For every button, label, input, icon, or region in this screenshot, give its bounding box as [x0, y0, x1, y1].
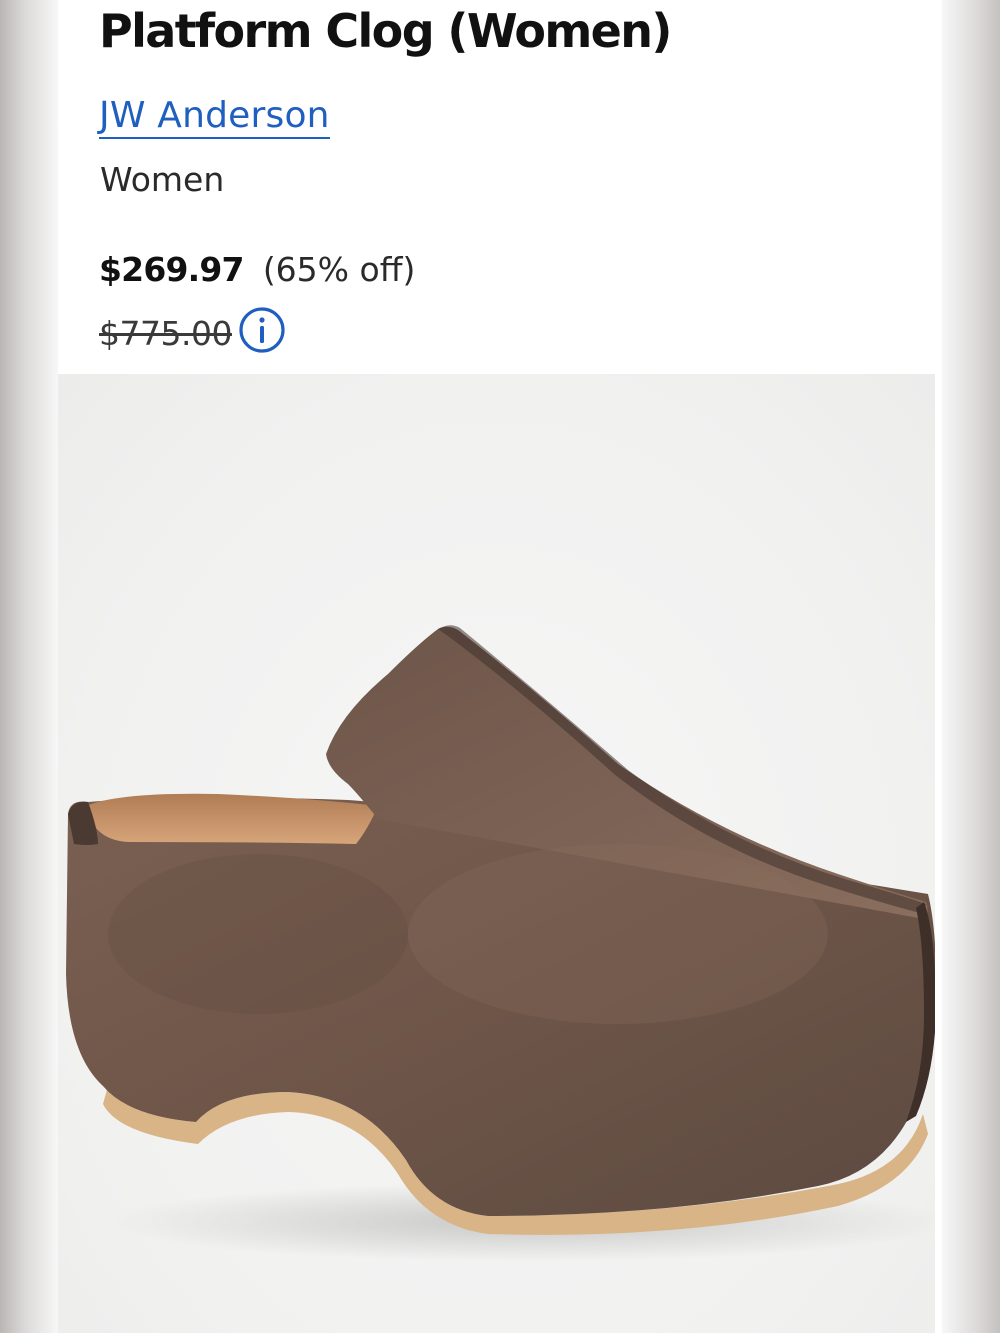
original-price: $775.00: [99, 313, 232, 353]
original-price-row: $775.00: [99, 307, 286, 354]
product-category: Women: [100, 160, 225, 199]
brand-link[interactable]: JW Anderson: [99, 95, 330, 139]
sale-price: $269.97: [99, 250, 245, 289]
discount-label: (65% off): [262, 250, 416, 289]
price-row: $269.97 (65% off): [99, 250, 415, 289]
info-circle-icon[interactable]: [238, 306, 286, 354]
clog-illustration: [66, 625, 935, 1262]
product-title: Platform Clog (Women): [99, 4, 672, 58]
product-image[interactable]: [58, 374, 935, 1333]
